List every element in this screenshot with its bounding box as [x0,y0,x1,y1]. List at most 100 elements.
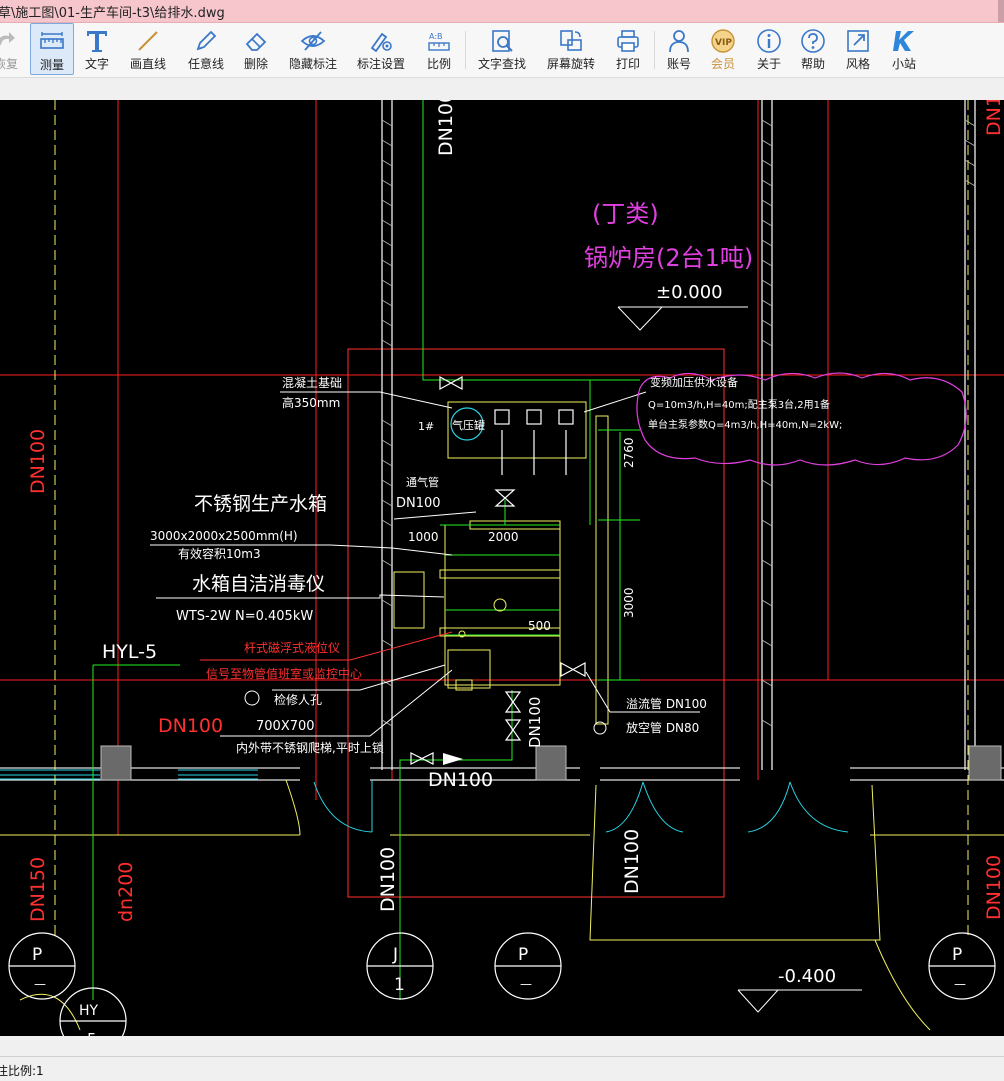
text-search-icon [492,30,513,52]
cad-drawing: 气压罐 P — J 1 P — P — HY 5 (丁类) 锅炉房(2台1吨) … [0,100,1004,1036]
vip-button[interactable]: VIP 会员 [704,23,742,75]
elevation-marker-bottom [737,989,862,1013]
delete-button[interactable]: 删除 [236,23,276,75]
axis-label-p2: P [518,945,528,965]
about-button[interactable]: 关于 [750,23,788,75]
vent-pipe-label: 通气管 [406,475,439,489]
freehand-button[interactable]: 任意线 [182,23,230,75]
draw-line-button[interactable]: 画直线 [124,23,172,75]
dim-2000: 2000 [488,530,519,544]
account-button[interactable]: 账号 [660,23,698,75]
annotation-settings-button[interactable]: 标注设置 [352,23,410,75]
text-button[interactable]: 文字 [78,23,116,75]
pump-equipment-label: 变频加压供水设备 [650,375,738,389]
dim-1000: 1000 [408,530,439,544]
elevation-marker-top [617,306,748,331]
style-button[interactable]: 风格 [838,23,878,75]
hyl-label: HYL-5 [102,641,157,663]
yellow-lines [0,100,1004,1031]
vip-icon: VIP [711,29,735,53]
tank-size: 3000x2000x2500mm(H) [150,529,298,543]
axis-sub-hy: 5 [87,1030,97,1036]
dn100-top: DN100 [435,100,457,156]
toolbar-separator [654,31,655,69]
redo-icon [0,32,15,45]
text-search-button[interactable]: 文字查找 [472,23,532,75]
elevation-top: ±0.000 [656,282,723,303]
axis-sub-p1: — [34,977,46,991]
vent-dn-label: DN100 [396,496,441,511]
line-icon [138,31,158,51]
elevation-bottom: -0.400 [778,966,836,987]
tank-volume: 有效容积10m3 [178,546,261,561]
manhole-size: 700X700 [256,719,315,734]
walls [381,100,976,770]
toolbar-separator [465,31,466,69]
ruler-icon [40,32,64,49]
dn100-red-vertical: DN100 [27,429,49,494]
help-icon [801,29,825,53]
manhole-symbol [244,690,260,706]
dim-3000: 3000 [622,587,636,618]
station-button[interactable]: 小站 [884,23,924,75]
dn100-red-left: DN100 [158,715,223,737]
toolbar: 恢复 测量 文字 画直线 任意线 删除 隐藏标注 标注设置 A:B 比例 文字查… [0,23,1004,78]
dn100-right-lower: DN100 [983,855,1004,920]
svg-text:VIP: VIP [715,38,732,48]
class-label: (丁类) [592,200,659,228]
dn100-small: DN100 [526,697,544,748]
axis-label-p3: P [952,945,962,965]
scale-icon: A:B [428,32,450,51]
dn100-right-edge: DN100 [983,100,1004,136]
dn100-lower-right: DN100 [621,829,643,894]
manhole-label: 检修人孔 [274,692,322,707]
axis-bubbles [8,932,996,1036]
eraser-icon [245,32,267,51]
exterior-wall [0,767,1004,781]
axis-label-j: J [392,945,398,965]
axis-sub-p3: — [954,977,966,991]
base-height-label: 高350mm [282,395,340,410]
printer-icon [617,30,639,52]
flow-arrow [443,753,463,765]
info-icon [757,29,781,53]
redo-button[interactable]: 恢复 [0,23,20,75]
dim-2760: 2760 [622,437,636,468]
scale-status: 注比例:1 [0,1064,44,1078]
green-pipes [92,100,640,1000]
station-icon [893,31,914,51]
drawing-canvas[interactable]: 气压罐 P — J 1 P — P — HY 5 (丁类) 锅炉房(2台1吨) … [0,100,1004,1036]
level-signal-label: 信号至物管值班室或监控中心 [206,666,362,681]
axis-sub-p2: — [520,977,532,991]
dn200-label: dn200 [115,862,137,922]
ladder-label: 内外带不锈钢爬梯,平时上锁 [236,740,384,755]
level-gauge-label: 杆式磁浮式液位仪 [244,640,340,655]
tank [393,415,609,725]
user-icon [669,30,689,53]
dn100-bottom: DN100 [428,769,493,791]
pump-spec-1: Q=10m3/h,H=40m;配主泵3台,2用1备 [648,398,830,411]
measure-button[interactable]: 测量 [30,23,74,75]
axis-sub-j: 1 [394,975,405,995]
dn150-label: DN150 [27,857,49,922]
hide-annotation-button[interactable]: 隐藏标注 [284,23,342,75]
sterilizer-spec: WTS-2W N=0.405kW [176,609,313,624]
rotate-screen-button[interactable]: 屏幕旋转 [542,23,600,75]
title-bar: 草\施工图\01-生产车间-t3\给排水.dwg [0,0,1004,23]
tab-strip [0,78,1004,100]
pump-spec-2: 单台主泵参数Q=4m3/h,H=40m,N=2kW; [648,418,842,431]
axis-label-hy: HY [79,1003,99,1019]
scale-button[interactable]: A:B 比例 [420,23,458,75]
drain-label: 放空管 DN80 [626,720,699,735]
style-icon [847,30,869,52]
help-button[interactable]: 帮助 [794,23,832,75]
dn100-lower-left: DN100 [377,847,399,912]
dim-500: 500 [528,619,551,633]
rotate-screen-icon [560,30,582,51]
sterilizer-label: 水箱自洁消毒仪 [192,573,325,595]
print-button[interactable]: 打印 [608,23,648,75]
text-icon [87,31,107,52]
pressure-tank-label: 气压罐 [452,418,485,432]
status-bar: 注比例:1 [0,1056,1004,1081]
axis-label-p1: P [32,945,42,965]
